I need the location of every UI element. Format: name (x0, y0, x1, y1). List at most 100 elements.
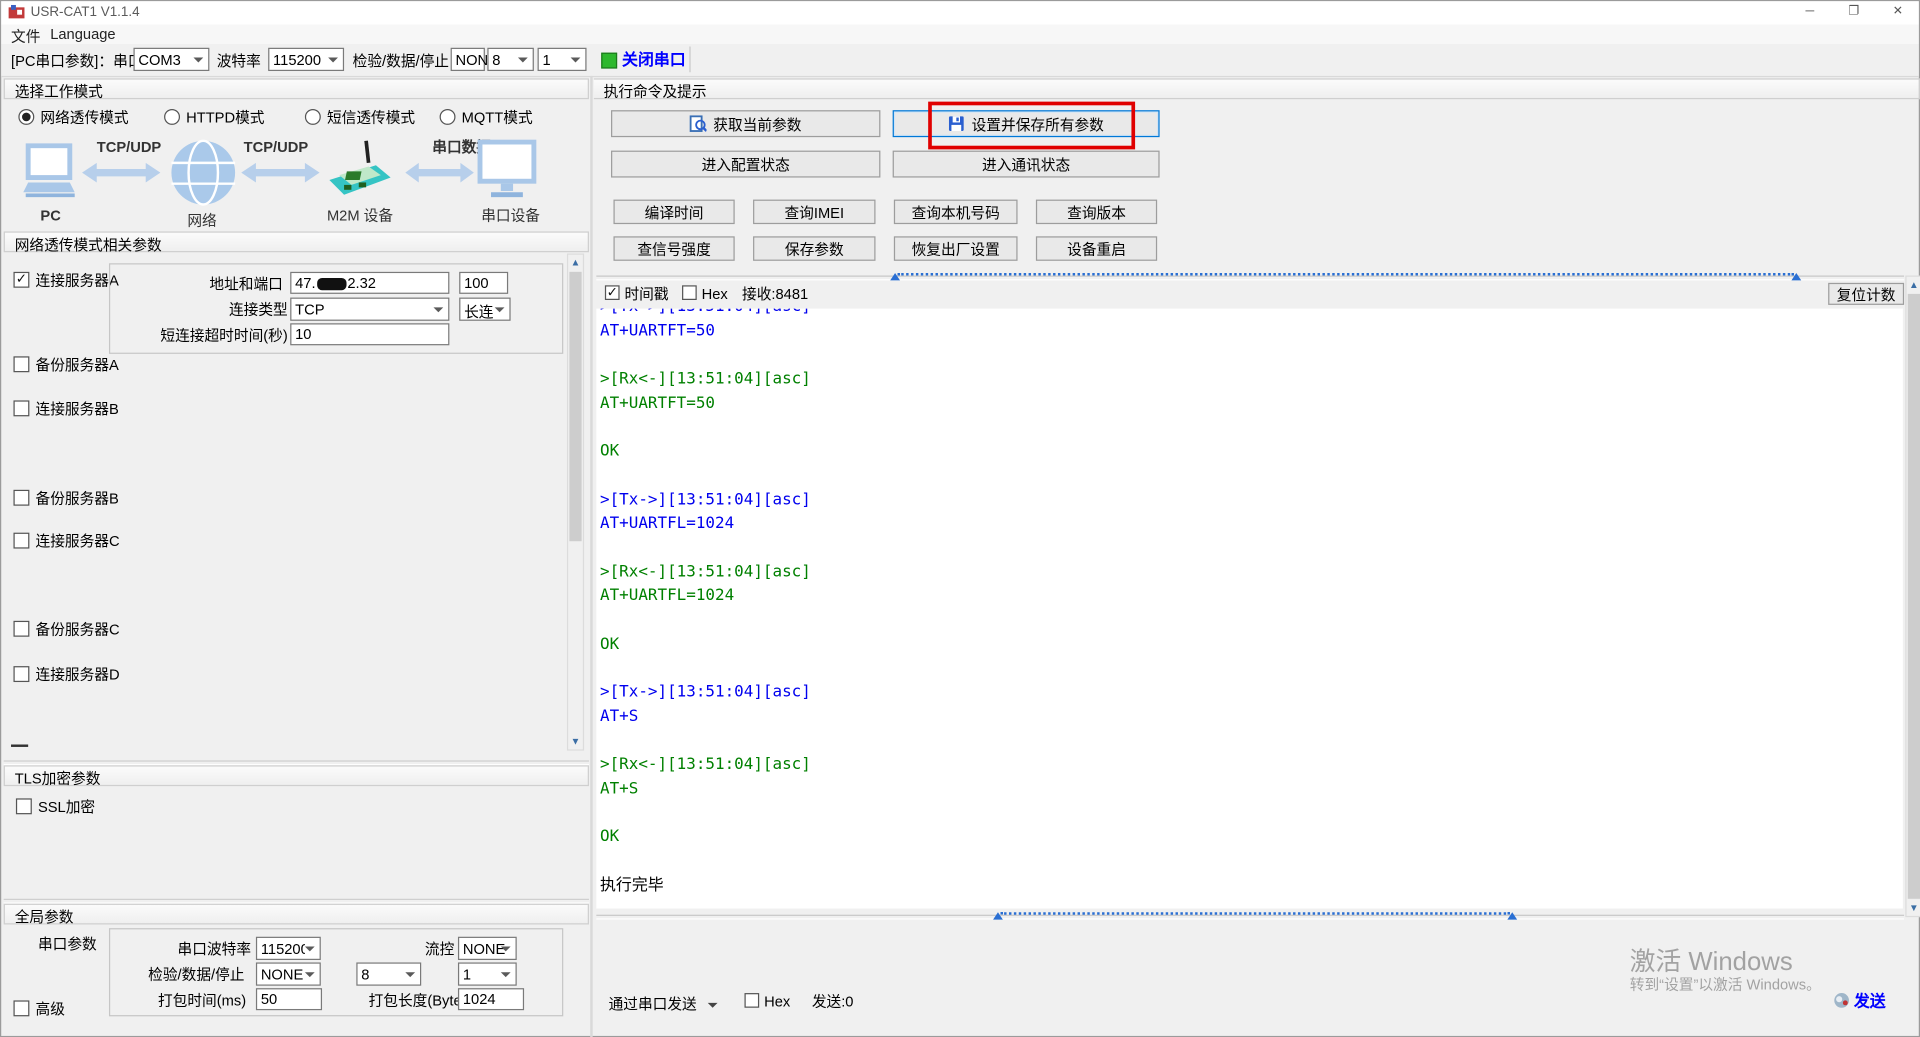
send-button[interactable]: 发送 (1854, 993, 1886, 1010)
close-port-button[interactable]: 关闭串口 (622, 51, 686, 68)
scroll-up-icon[interactable]: ▲ (568, 255, 583, 271)
addr-port-label: 地址和端口 (209, 276, 282, 293)
bottom-trackbar[interactable] (596, 912, 1904, 921)
com-port-select[interactable]: COM3 (133, 48, 209, 71)
checkbox-serverB-label[interactable]: 连接服务器B (36, 400, 119, 417)
g-packlen-input[interactable]: 1024 (458, 988, 524, 1010)
timestamp-label[interactable]: 时间戳 (624, 285, 668, 302)
checkbox-backupA[interactable] (13, 356, 29, 372)
checkbox-backupC[interactable] (13, 621, 29, 637)
checkbox-tx-hex[interactable] (744, 993, 759, 1008)
query-signal-button[interactable]: 查信号强度 (613, 236, 734, 260)
log-line: OK (600, 826, 1903, 850)
set-save-params-button[interactable]: 设置并保存所有参数 (893, 110, 1160, 137)
radio-httpd[interactable] (164, 109, 180, 125)
params-scrollbar[interactable]: ▲ ▼ (567, 253, 584, 750)
serial-toolbar: [PC串口参数]：串口号 COM3 波特率 115200 检验/数据/停止 NO… (1, 44, 1919, 77)
checkbox-serverC-label[interactable]: 连接服务器C (36, 533, 120, 550)
net-label: 网络 (187, 212, 216, 229)
checkbox-serverC[interactable] (13, 533, 29, 549)
log-area[interactable]: >[Tx->][13:51:04][asc]AT+UARTFT=50 >[Rx<… (596, 309, 1903, 909)
log-line (600, 609, 1903, 633)
save-params-button[interactable]: 保存参数 (753, 236, 875, 260)
radio-sms[interactable] (305, 109, 321, 125)
query-imei-button[interactable]: 查询IMEI (753, 200, 875, 224)
log-line (600, 657, 1903, 681)
scroll-down-icon[interactable]: ▼ (1907, 900, 1920, 916)
checkbox-serverA[interactable]: ✓ (13, 272, 29, 288)
enter-comm-button[interactable]: 进入通讯状态 (893, 151, 1160, 178)
device-restart-button[interactable]: 设备重启 (1036, 236, 1157, 260)
g-parity-select[interactable]: NONE (256, 962, 321, 985)
tls-panel-header: TLS加密参数 (4, 765, 589, 786)
scroll-up-icon[interactable]: ▲ (1907, 277, 1920, 293)
radio-sms-label[interactable]: 短信透传模式 (327, 109, 415, 126)
databits-select[interactable]: 8 (487, 48, 534, 71)
reset-count-button[interactable]: 复位计数 (1828, 283, 1904, 305)
checkbox-advanced[interactable] (13, 1000, 29, 1016)
port-input[interactable]: 100 (459, 272, 508, 294)
top-trackbar[interactable] (596, 273, 1904, 282)
g-baud-select[interactable]: 115200 (256, 937, 321, 960)
radio-httpd-label[interactable]: HTTPD模式 (186, 109, 264, 126)
timeout-input[interactable]: 10 (290, 323, 449, 345)
conn-type-label: 连接类型 (229, 301, 288, 318)
enter-config-button[interactable]: 进入配置状态 (611, 151, 880, 178)
radio-mqtt[interactable] (440, 109, 456, 125)
factory-reset-button[interactable]: 恢复出厂设置 (894, 236, 1018, 260)
tx-hex-label[interactable]: Hex (764, 993, 790, 1010)
chevron-down-icon (433, 307, 443, 312)
track-handle-left[interactable] (993, 912, 1003, 919)
get-params-button[interactable]: 获取当前参数 (611, 110, 880, 137)
conn-type-select[interactable]: TCP (290, 298, 449, 321)
menu-language[interactable]: Language (50, 26, 115, 43)
track-handle-left[interactable] (890, 273, 900, 280)
address-input[interactable]: 47.2.32 (290, 272, 449, 294)
checkbox-serverD[interactable] (13, 666, 29, 682)
g-stopbits-select[interactable]: 1 (458, 962, 517, 985)
main-splitter[interactable] (590, 76, 592, 1037)
checkbox-advanced-label[interactable]: 高级 (36, 1000, 65, 1017)
minimize-button[interactable]: ─ (1791, 1, 1828, 24)
query-number-button[interactable]: 查询本机号码 (894, 200, 1018, 224)
track-handle-right[interactable] (1507, 912, 1517, 919)
rx-hex-label[interactable]: Hex (702, 285, 728, 302)
checkbox-ssl[interactable] (16, 798, 32, 814)
g-packtime-input[interactable]: 50 (256, 988, 322, 1010)
stopbits-select[interactable]: 1 (538, 48, 587, 71)
checkbox-timestamp[interactable]: ✓ (605, 285, 620, 300)
checkbox-rx-hex[interactable] (682, 285, 697, 300)
checkbox-backupB-label[interactable]: 备份服务器B (36, 490, 119, 507)
checkbox-serverA-label[interactable]: 连接服务器A (36, 272, 119, 289)
arrow-left-right-icon (241, 163, 319, 183)
radio-dot (22, 113, 31, 122)
radio-net-transparent[interactable] (18, 109, 34, 125)
checkbox-backupC-label[interactable]: 备份服务器C (36, 621, 120, 638)
scroll-down-icon[interactable]: ▼ (568, 733, 583, 749)
g-flow-select[interactable]: NONE (458, 937, 517, 960)
checkbox-backupB[interactable] (13, 490, 29, 506)
log-scrollbar[interactable]: ▲ ▼ (1905, 276, 1920, 918)
radio-net-transparent-label[interactable]: 网络透传模式 (40, 109, 128, 126)
log-line: >[Rx<-][13:51:04][asc] (600, 754, 1903, 778)
track-handle-right[interactable] (1791, 273, 1801, 280)
compile-time-button[interactable]: 编译时间 (613, 200, 734, 224)
keepalive-select[interactable]: 长连 (459, 298, 510, 321)
send-icon (1833, 992, 1850, 1009)
query-version-button[interactable]: 查询版本 (1036, 200, 1157, 224)
maximize-button[interactable]: ❐ (1836, 1, 1873, 24)
checkbox-ssl-label[interactable]: SSL加密 (38, 798, 95, 815)
log-line (600, 729, 1903, 753)
parity-select[interactable]: NONI (451, 48, 485, 71)
g-databits-select[interactable]: 8 (356, 962, 421, 985)
checkbox-serverB[interactable] (13, 400, 29, 416)
send-mode-dropdown[interactable]: 通过串口发送 (609, 996, 718, 1013)
scroll-thumb[interactable] (569, 272, 581, 541)
baud-select[interactable]: 115200 (268, 48, 344, 71)
toolbar-separator (689, 47, 690, 73)
scroll-thumb[interactable] (1908, 294, 1920, 899)
close-button[interactable]: ✕ (1880, 1, 1917, 24)
checkbox-serverD-label[interactable]: 连接服务器D (36, 666, 120, 683)
checkbox-backupA-label[interactable]: 备份服务器A (36, 356, 119, 373)
radio-mqtt-label[interactable]: MQTT模式 (462, 109, 533, 126)
